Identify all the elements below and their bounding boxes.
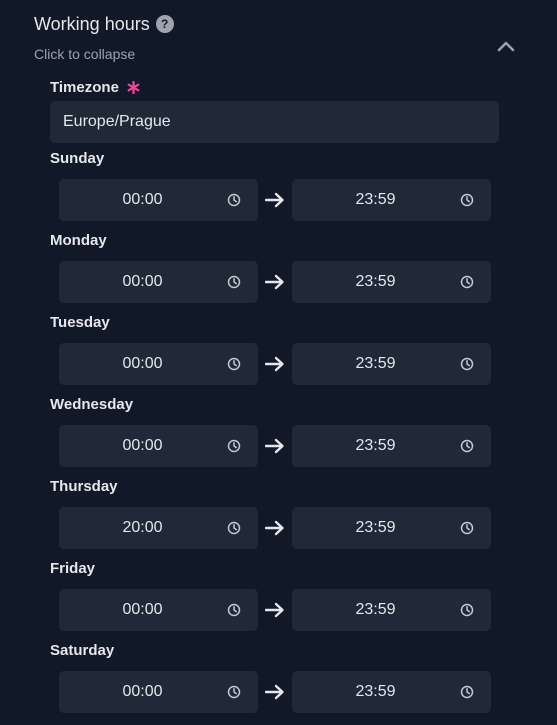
arrow-right-icon	[264, 356, 285, 372]
end-time-value: 23:59	[355, 191, 396, 208]
start-time-value: 00:00	[122, 437, 163, 454]
start-time-input-wednesday[interactable]: 00:00	[59, 425, 258, 467]
clock-icon[interactable]	[460, 357, 474, 371]
end-time-value: 23:59	[355, 601, 396, 618]
end-time-input-sunday[interactable]: 23:59	[292, 179, 491, 221]
help-icon[interactable]: ?	[155, 15, 174, 33]
clock-icon[interactable]	[227, 439, 241, 453]
collapse-hint[interactable]: Click to collapse	[34, 46, 174, 62]
end-time-input-friday[interactable]: 23:59	[292, 589, 491, 631]
timezone-label-text: Timezone	[50, 79, 119, 96]
clock-icon[interactable]	[460, 603, 474, 617]
working-hours-panel: Working hours ? Click to collapse Timezo…	[0, 0, 557, 725]
clock-icon[interactable]	[227, 603, 241, 617]
start-time-input-saturday[interactable]: 00:00	[59, 671, 258, 713]
clock-icon[interactable]	[227, 357, 241, 371]
day-label-tuesday: Tuesday	[50, 314, 110, 331]
arrow-right-icon	[264, 602, 285, 618]
end-time-input-saturday[interactable]: 23:59	[292, 671, 491, 713]
arrow-right-icon	[264, 520, 285, 536]
end-time-input-wednesday[interactable]: 23:59	[292, 425, 491, 467]
start-time-value: 00:00	[122, 355, 163, 372]
clock-icon[interactable]	[460, 685, 474, 699]
working-hours-header[interactable]: Working hours ? Click to collapse	[34, 12, 174, 62]
arrow-right-icon	[264, 438, 285, 454]
start-time-value: 00:00	[122, 273, 163, 290]
start-time-input-monday[interactable]: 00:00	[59, 261, 258, 303]
end-time-value: 23:59	[355, 683, 396, 700]
start-time-input-tuesday[interactable]: 00:00	[59, 343, 258, 385]
day-label-friday: Friday	[50, 560, 96, 577]
arrow-right-icon	[264, 684, 285, 700]
required-asterisk	[122, 77, 140, 97]
clock-icon[interactable]	[227, 521, 241, 535]
end-time-value: 23:59	[355, 519, 396, 536]
clock-icon[interactable]	[460, 439, 474, 453]
arrow-right-icon	[264, 274, 285, 290]
timezone-select[interactable]: Europe/Prague	[50, 101, 499, 143]
timezone-value: Europe/Prague	[63, 113, 171, 130]
start-time-input-sunday[interactable]: 00:00	[59, 179, 258, 221]
clock-icon[interactable]	[227, 275, 241, 289]
day-label-saturday: Saturday	[50, 642, 115, 659]
start-time-input-thursday[interactable]: 20:00	[59, 507, 258, 549]
clock-icon[interactable]	[227, 685, 241, 699]
start-time-value: 00:00	[122, 601, 163, 618]
start-time-value: 00:00	[122, 191, 163, 208]
end-time-value: 23:59	[355, 437, 396, 454]
timezone-label: Timezone	[50, 76, 140, 97]
section-title: Working hours	[34, 13, 150, 34]
end-time-input-monday[interactable]: 23:59	[292, 261, 491, 303]
end-time-value: 23:59	[355, 355, 396, 372]
clock-icon[interactable]	[227, 193, 241, 207]
day-label-thursday: Thursday	[50, 478, 118, 495]
clock-icon[interactable]	[460, 275, 474, 289]
start-time-input-friday[interactable]: 00:00	[59, 589, 258, 631]
end-time-value: 23:59	[355, 273, 396, 290]
end-time-input-thursday[interactable]: 23:59	[292, 507, 491, 549]
chevron-up-icon[interactable]	[494, 34, 518, 58]
end-time-input-tuesday[interactable]: 23:59	[292, 343, 491, 385]
clock-icon[interactable]	[460, 193, 474, 207]
clock-icon[interactable]	[460, 521, 474, 535]
arrow-right-icon	[264, 192, 285, 208]
day-label-sunday: Sunday	[50, 150, 105, 167]
day-label-wednesday: Wednesday	[50, 396, 134, 413]
start-time-value: 00:00	[122, 683, 163, 700]
start-time-value: 20:00	[122, 519, 163, 536]
title-row: Working hours ?	[34, 12, 174, 36]
day-label-monday: Monday	[50, 232, 107, 249]
